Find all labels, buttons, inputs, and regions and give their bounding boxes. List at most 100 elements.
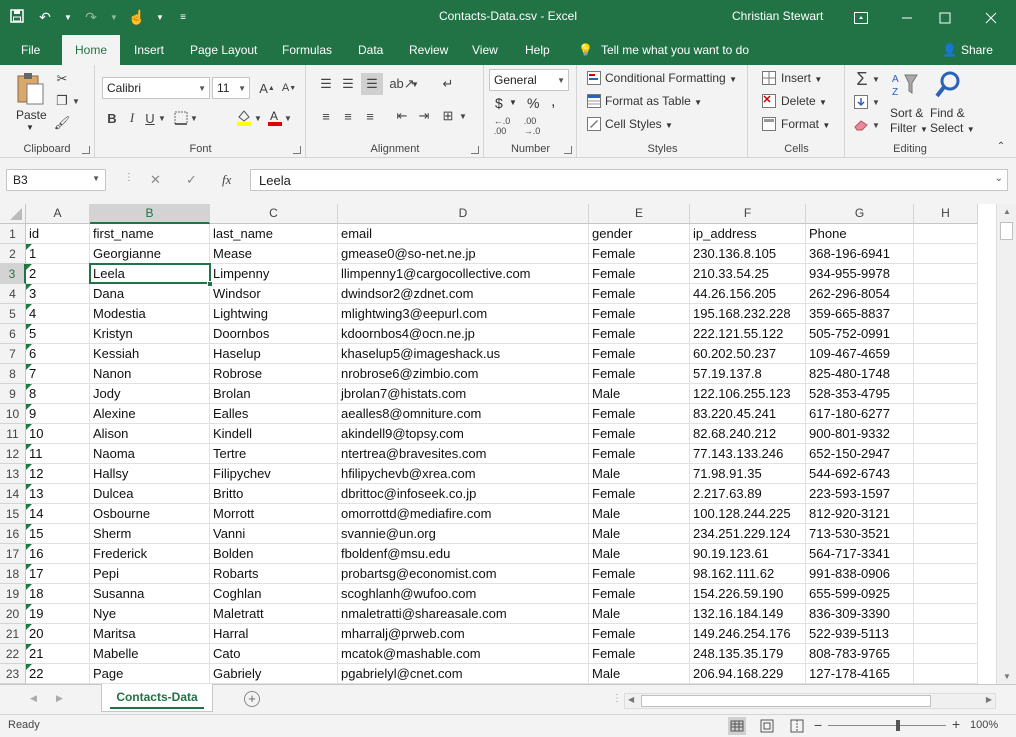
cell-d5[interactable]: mlightwing3@eepurl.com [338, 304, 589, 324]
scroll-right-icon[interactable]: ▶ [986, 695, 992, 704]
cell-c4[interactable]: Windsor [210, 284, 338, 304]
cell-a14[interactable]: 13 [26, 484, 90, 504]
cell-h12[interactable] [914, 444, 978, 464]
cell-b9[interactable]: Jody [90, 384, 210, 404]
cell-b19[interactable]: Susanna [90, 584, 210, 604]
row-header[interactable]: 16 [0, 524, 26, 544]
cell-a4[interactable]: 3 [26, 284, 90, 304]
cell-e4[interactable]: Female [589, 284, 690, 304]
cell-g15[interactable]: 812-920-3121 [806, 504, 914, 524]
page-break-view-icon[interactable] [788, 717, 806, 735]
cell-b17[interactable]: Frederick [90, 544, 210, 564]
name-box[interactable]: B3 ▼ [6, 169, 106, 191]
font-launcher-icon[interactable] [293, 146, 301, 154]
normal-view-icon[interactable] [728, 717, 746, 735]
cell-c16[interactable]: Vanni [210, 524, 338, 544]
cell-f1[interactable]: ip_address [690, 224, 806, 244]
row-header[interactable]: 13 [0, 464, 26, 484]
cell-c2[interactable]: Mease [210, 244, 338, 264]
row-header[interactable]: 6 [0, 324, 26, 344]
cell-g19[interactable]: 655-599-0925 [806, 584, 914, 604]
find-select-button[interactable]: Find & Select ▼ [930, 106, 975, 137]
horizontal-scrollbar[interactable]: ◀ ▶ [624, 693, 996, 709]
paste-icon[interactable] [12, 71, 48, 107]
scroll-left-icon[interactable]: ◀ [628, 695, 634, 704]
format-as-table-button[interactable]: Format as Table ▼ [605, 94, 702, 108]
cell-d19[interactable]: scoghlanh@wufoo.com [338, 584, 589, 604]
cell-e9[interactable]: Male [589, 384, 690, 404]
vertical-scrollbar[interactable]: ▲ ▼ [996, 204, 1016, 684]
cell-h11[interactable] [914, 424, 978, 444]
cell-c15[interactable]: Morrott [210, 504, 338, 524]
cell-b23[interactable]: Page [90, 664, 210, 684]
cell-e1[interactable]: gender [589, 224, 690, 244]
cell-g17[interactable]: 564-717-3341 [806, 544, 914, 564]
cell-a20[interactable]: 19 [26, 604, 90, 624]
cell-b14[interactable]: Dulcea [90, 484, 210, 504]
borders-dropdown-icon[interactable]: ▼ [190, 109, 198, 127]
worksheet-grid[interactable]: ABCDEFGH 1 id first_name last_name email gend… [0, 204, 996, 684]
cell-f18[interactable]: 98.162.111.62 [690, 564, 806, 584]
cell-f12[interactable]: 77.143.133.246 [690, 444, 806, 464]
row-header[interactable]: 3 [0, 264, 26, 284]
clipboard-launcher-icon[interactable] [82, 146, 90, 154]
cell-d13[interactable]: hfilipychevb@xrea.com [338, 464, 589, 484]
align-left-icon[interactable]: ≡ [317, 107, 335, 125]
insert-function-icon[interactable]: fx [222, 172, 231, 188]
bold-icon[interactable]: B [104, 109, 120, 127]
row-header[interactable]: 22 [0, 644, 26, 664]
clear-icon[interactable] [852, 116, 870, 134]
cell-e10[interactable]: Female [589, 404, 690, 424]
cell-e15[interactable]: Male [589, 504, 690, 524]
cell-f2[interactable]: 230.136.8.105 [690, 244, 806, 264]
cell-a16[interactable]: 15 [26, 524, 90, 544]
confirm-entry-icon[interactable]: ✓ [186, 172, 197, 188]
cancel-entry-icon[interactable]: ✕ [150, 172, 161, 188]
cell-h3[interactable] [914, 264, 978, 284]
zoom-out-icon[interactable]: − [814, 717, 822, 733]
cell-d3[interactable]: llimpenny1@cargocollective.com [338, 264, 589, 284]
tab-view[interactable]: View [470, 35, 500, 65]
cell-f3[interactable]: 210.33.54.25 [690, 264, 806, 284]
cell-g1[interactable]: Phone [806, 224, 914, 244]
cell-d21[interactable]: mharralj@prweb.com [338, 624, 589, 644]
cell-a3[interactable]: 2 [26, 264, 90, 284]
cell-h8[interactable] [914, 364, 978, 384]
wrap-text-icon[interactable]: ↵ [439, 75, 457, 93]
cell-h1[interactable] [914, 224, 978, 244]
cell-e14[interactable]: Female [589, 484, 690, 504]
tab-split-handle[interactable]: ⋮ [612, 693, 622, 704]
row-header[interactable]: 4 [0, 284, 26, 304]
cell-d18[interactable]: probartsg@economist.com [338, 564, 589, 584]
horizontal-scroll-thumb[interactable] [641, 695, 931, 707]
cell-h19[interactable] [914, 584, 978, 604]
row-header[interactable]: 12 [0, 444, 26, 464]
cell-a10[interactable]: 9 [26, 404, 90, 424]
cell-f6[interactable]: 222.121.55.122 [690, 324, 806, 344]
row-header[interactable]: 18 [0, 564, 26, 584]
autosum-dropdown-icon[interactable]: ▼ [872, 71, 880, 87]
cell-d6[interactable]: kdoornbos4@ocn.ne.jp [338, 324, 589, 344]
cell-d23[interactable]: pgabrielyl@cnet.com [338, 664, 589, 684]
cell-f5[interactable]: 195.168.232.228 [690, 304, 806, 324]
cell-d15[interactable]: omorrottd@mediafire.com [338, 504, 589, 524]
cell-f10[interactable]: 83.220.45.241 [690, 404, 806, 424]
cell-a22[interactable]: 21 [26, 644, 90, 664]
cell-b15[interactable]: Osbourne [90, 504, 210, 524]
cell-a12[interactable]: 11 [26, 444, 90, 464]
cell-d16[interactable]: svannie@un.org [338, 524, 589, 544]
font-name-select[interactable]: Calibri ▼ [102, 77, 210, 99]
tab-insert[interactable]: Insert [132, 35, 166, 65]
cell-b20[interactable]: Nye [90, 604, 210, 624]
cell-g13[interactable]: 544-692-6743 [806, 464, 914, 484]
cell-h14[interactable] [914, 484, 978, 504]
ribbon-display-options-icon[interactable] [838, 0, 884, 35]
cell-f7[interactable]: 60.202.50.237 [690, 344, 806, 364]
formula-options-icon[interactable]: ⋮ [124, 172, 134, 183]
middle-align-icon[interactable]: ☰ [339, 75, 357, 93]
cell-e22[interactable]: Female [589, 644, 690, 664]
cell-e18[interactable]: Female [589, 564, 690, 584]
tab-help[interactable]: Help [523, 35, 552, 65]
copy-dropdown-icon[interactable]: ▼ [72, 93, 80, 109]
insert-button[interactable]: Insert ▼ [781, 71, 822, 85]
